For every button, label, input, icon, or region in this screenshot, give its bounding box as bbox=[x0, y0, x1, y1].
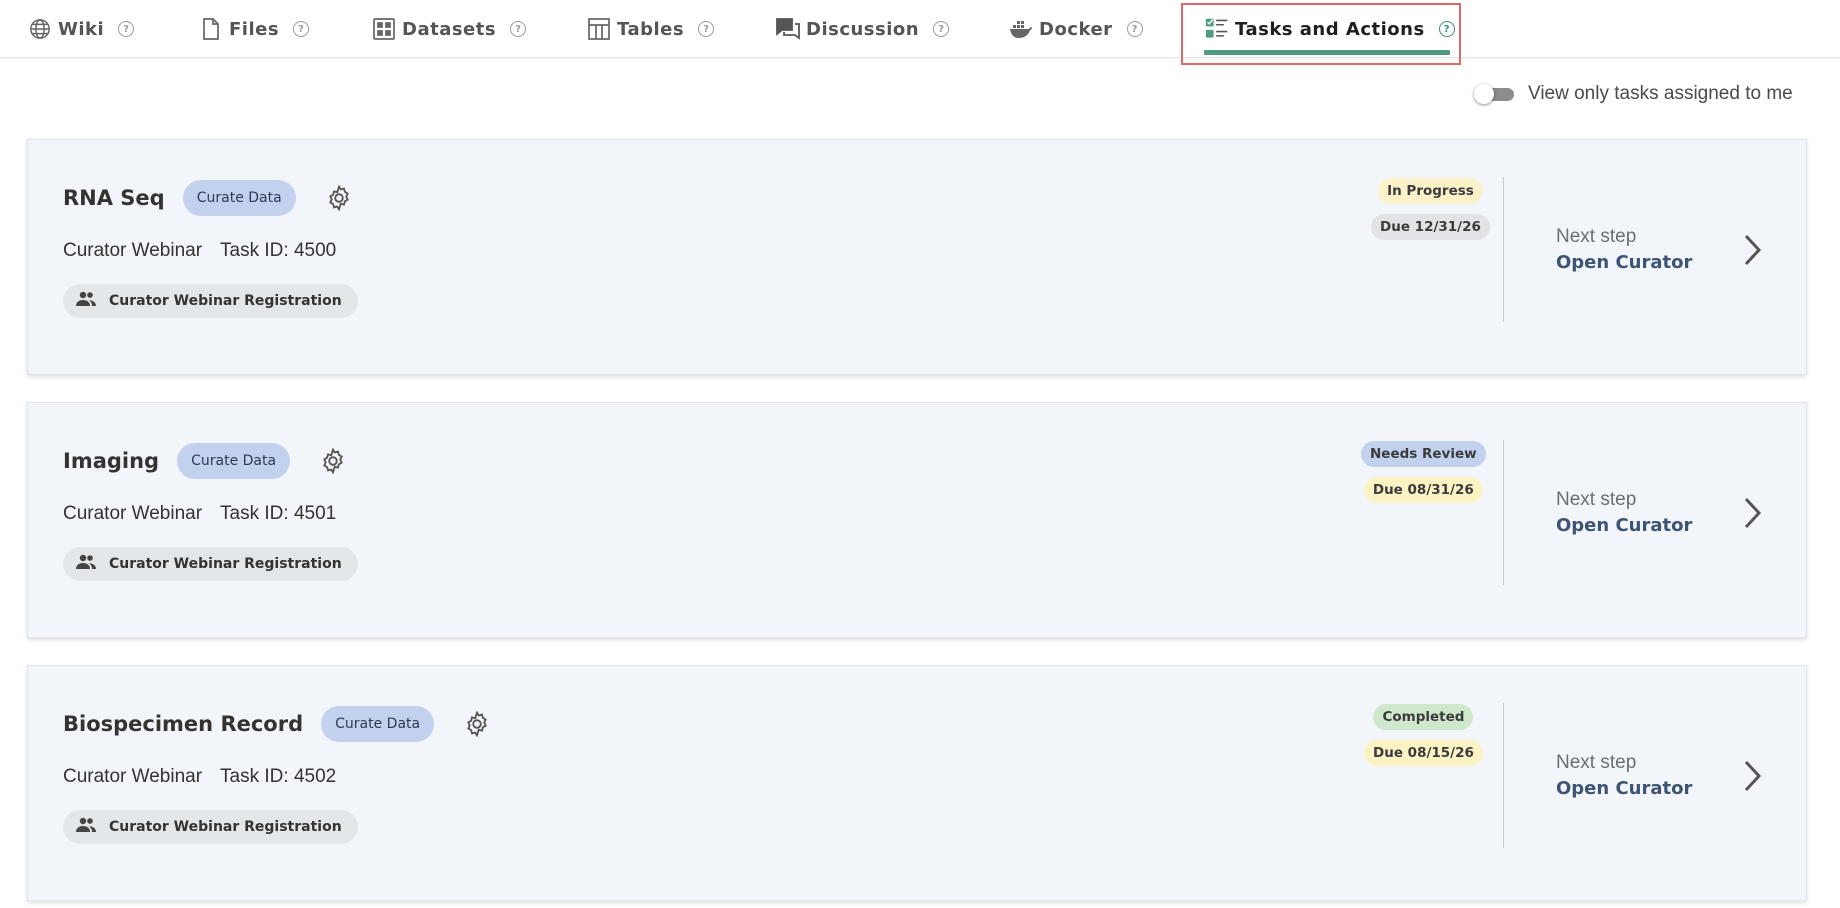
gear-icon[interactable] bbox=[326, 185, 352, 211]
tab-wiki[interactable]: Wiki ? bbox=[28, 0, 135, 58]
task-project: Curator Webinar bbox=[63, 240, 203, 261]
status-column: Needs Review Due 08/31/26 bbox=[1361, 441, 1486, 503]
divider bbox=[1503, 440, 1504, 585]
task-title-row: Imaging Curate Data bbox=[63, 443, 346, 479]
tab-label: Tables bbox=[617, 18, 685, 40]
tab-label: Tasks and Actions bbox=[1235, 18, 1425, 40]
task-card[interactable]: Biospecimen Record Curate Data Curator W… bbox=[27, 665, 1807, 901]
task-type-pill: Curate Data bbox=[321, 706, 435, 742]
chat-icon bbox=[776, 17, 800, 41]
tab-docker[interactable]: Docker ? bbox=[1009, 0, 1143, 58]
help-icon[interactable]: ? bbox=[1126, 21, 1143, 37]
divider bbox=[1503, 177, 1504, 322]
tab-label: Files bbox=[229, 18, 280, 40]
divider bbox=[1503, 703, 1504, 848]
tab-tables[interactable]: Tables ? bbox=[587, 0, 715, 58]
next-step-label: Next step bbox=[1556, 226, 1637, 247]
people-icon bbox=[75, 291, 97, 311]
group-name: Curator Webinar Registration bbox=[109, 556, 342, 572]
task-title: Biospecimen Record bbox=[63, 712, 304, 736]
group-name: Curator Webinar Registration bbox=[109, 819, 342, 835]
help-icon[interactable]: ? bbox=[698, 21, 715, 37]
help-icon[interactable]: ? bbox=[933, 21, 950, 37]
task-project: Curator Webinar bbox=[63, 766, 203, 787]
chevron-right-icon[interactable] bbox=[1741, 758, 1763, 794]
help-icon[interactable]: ? bbox=[118, 21, 135, 37]
help-icon[interactable]: ? bbox=[293, 21, 310, 37]
next-step[interactable]: Next step Open Curator bbox=[1556, 752, 1692, 799]
next-step-label: Next step bbox=[1556, 752, 1637, 773]
gear-icon[interactable] bbox=[320, 448, 346, 474]
help-icon[interactable]: ? bbox=[510, 21, 527, 37]
task-title-row: RNA Seq Curate Data bbox=[63, 180, 352, 216]
task-card[interactable]: RNA Seq Curate Data Curator Webinar Task… bbox=[27, 139, 1807, 375]
task-title: RNA Seq bbox=[63, 186, 165, 210]
status-badge: In Progress bbox=[1378, 178, 1483, 204]
people-icon bbox=[75, 554, 97, 574]
task-project: Curator Webinar bbox=[63, 503, 203, 524]
checklist-icon bbox=[1205, 17, 1229, 41]
toggle-label: View only tasks assigned to me bbox=[1528, 83, 1793, 104]
assigned-to-me-toggle-row: View only tasks assigned to me bbox=[1474, 82, 1793, 106]
task-meta: Curator Webinar Task ID: 4502 bbox=[63, 766, 336, 788]
chevron-right-icon[interactable] bbox=[1741, 232, 1763, 268]
next-step-action[interactable]: Open Curator bbox=[1556, 778, 1692, 799]
group-chip[interactable]: Curator Webinar Registration bbox=[63, 284, 358, 318]
task-type-pill: Curate Data bbox=[177, 443, 291, 479]
task-id: Task ID: 4500 bbox=[220, 240, 337, 261]
group-chip[interactable]: Curator Webinar Registration bbox=[63, 547, 358, 581]
table-icon bbox=[587, 17, 611, 41]
tab-label: Wiki bbox=[58, 18, 105, 40]
chevron-right-icon[interactable] bbox=[1741, 495, 1763, 531]
file-icon bbox=[199, 17, 223, 41]
next-step[interactable]: Next step Open Curator bbox=[1556, 489, 1692, 536]
docker-icon bbox=[1009, 17, 1033, 41]
status-column: Completed Due 08/15/26 bbox=[1364, 704, 1483, 766]
active-tab-underline bbox=[1204, 50, 1450, 55]
status-badge: Completed bbox=[1373, 704, 1474, 730]
globe-icon bbox=[28, 17, 52, 41]
switch-knob bbox=[1474, 84, 1494, 104]
task-type-pill: Curate Data bbox=[182, 180, 296, 216]
task-meta: Curator Webinar Task ID: 4500 bbox=[63, 240, 336, 262]
tab-label: Datasets bbox=[402, 18, 497, 40]
tab-label: Docker bbox=[1039, 18, 1113, 40]
due-date-badge: Due 12/31/26 bbox=[1371, 214, 1490, 240]
next-step[interactable]: Next step Open Curator bbox=[1556, 226, 1692, 273]
next-step-action[interactable]: Open Curator bbox=[1556, 515, 1692, 536]
group-name: Curator Webinar Registration bbox=[109, 293, 342, 309]
next-step-action[interactable]: Open Curator bbox=[1556, 252, 1692, 273]
tab-label: Discussion bbox=[806, 18, 920, 40]
tab-discussion[interactable]: Discussion ? bbox=[776, 0, 950, 58]
tab-bar: Wiki ? Files ? Datasets ? Tables ? Discu… bbox=[0, 0, 1840, 65]
tab-datasets[interactable]: Datasets ? bbox=[372, 0, 527, 58]
grid-icon bbox=[372, 17, 396, 41]
task-id: Task ID: 4501 bbox=[220, 503, 337, 524]
task-title-row: Biospecimen Record Curate Data bbox=[63, 706, 490, 742]
people-icon bbox=[75, 817, 97, 837]
task-meta: Curator Webinar Task ID: 4501 bbox=[63, 503, 336, 525]
group-chip[interactable]: Curator Webinar Registration bbox=[63, 810, 358, 844]
task-card[interactable]: Imaging Curate Data Curator Webinar Task… bbox=[27, 402, 1807, 638]
gear-icon[interactable] bbox=[464, 711, 490, 737]
status-badge: Needs Review bbox=[1361, 441, 1486, 467]
due-date-badge: Due 08/15/26 bbox=[1364, 740, 1483, 766]
assigned-to-me-switch[interactable] bbox=[1474, 84, 1516, 104]
help-icon[interactable]: ? bbox=[1438, 21, 1455, 37]
status-column: In Progress Due 12/31/26 bbox=[1371, 178, 1490, 240]
task-id: Task ID: 4502 bbox=[220, 766, 337, 787]
task-title: Imaging bbox=[63, 449, 160, 473]
due-date-badge: Due 08/31/26 bbox=[1363, 477, 1483, 503]
tab-files[interactable]: Files ? bbox=[199, 0, 310, 58]
next-step-label: Next step bbox=[1556, 489, 1637, 510]
